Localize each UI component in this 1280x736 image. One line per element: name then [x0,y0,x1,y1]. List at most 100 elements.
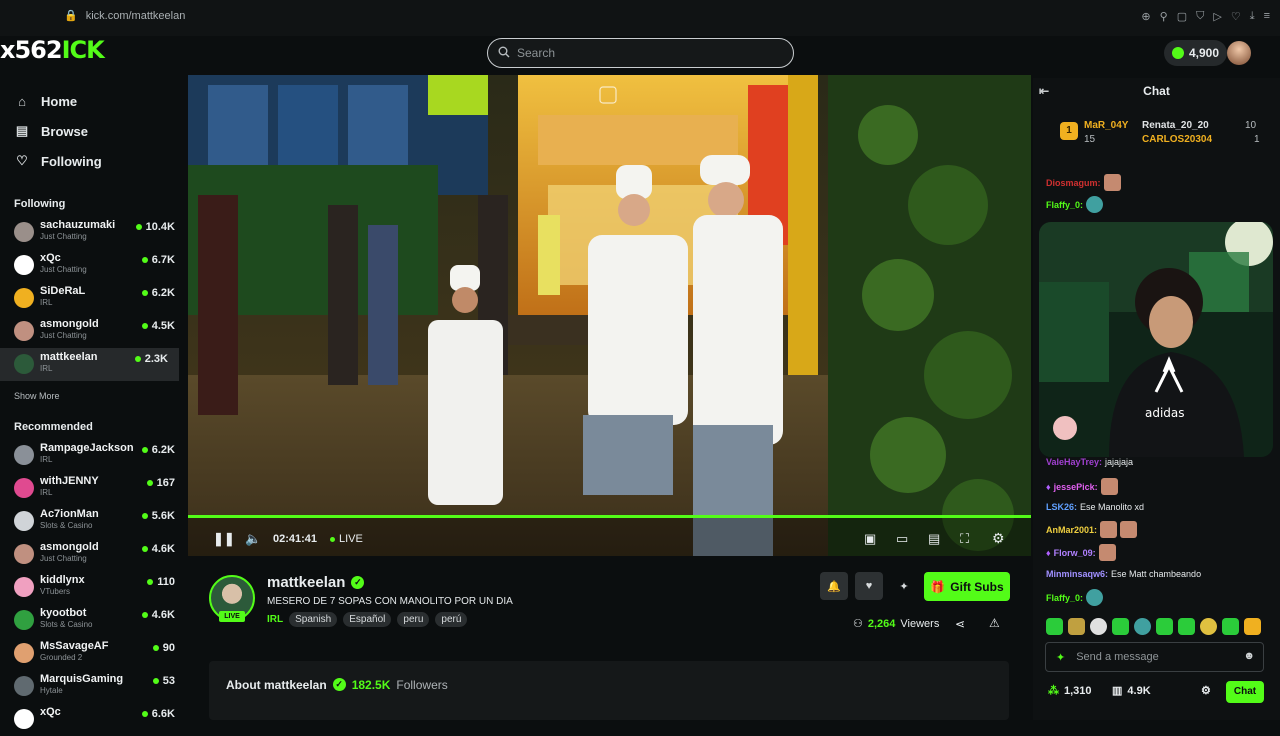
box-icon[interactable]: ▢ [1177,10,1187,23]
chat-message-input[interactable]: ✦ Send a message ☻ [1045,642,1264,672]
channel-avatar [14,709,34,729]
clip-icon[interactable]: ▤ [928,531,940,547]
sidebar-channel-xqc[interactable]: xQc Just Chatting 6.7K [0,249,186,282]
live-dot-icon [135,224,142,230]
chat-title: Chat [1143,84,1170,98]
emoji-picker-icon[interactable]: ☻ [1243,650,1255,662]
emote-button[interactable] [1046,618,1063,635]
sidebar-channel-kiddlynx[interactable]: kiddlynx VTubers 110 [0,571,186,604]
shield-icon[interactable]: ⛉ [1196,10,1204,23]
download-icon[interactable]: ⤓ [1250,10,1255,23]
fullscreen-icon[interactable]: ⛶ [960,531,969,547]
pin-icon[interactable]: ⚲ [1160,10,1168,23]
chat-username[interactable]: AnMar2001: [1046,525,1097,535]
search-placeholder: Search [517,46,556,60]
video-player[interactable] [188,75,1031,556]
tag-pill[interactable]: Español [343,612,392,627]
collapse-chat-icon[interactable]: ⇤ [1039,78,1049,104]
theater-icon[interactable]: ▭ [896,531,908,547]
viewer-count: 167 [146,477,175,489]
sidebar-nav-browse[interactable]: ▤ Browse [0,116,186,146]
progress-bar[interactable] [188,515,1031,518]
follow-button[interactable]: ♥ [855,572,883,600]
address-bar[interactable]: 🔒 kick.com/mattkeelan [64,9,185,23]
live-dot-icon [141,711,148,717]
channel-avatar [14,445,34,465]
volume-icon[interactable]: 🔈 [245,531,261,547]
share-icon[interactable]: ⋖ [955,617,965,631]
sidebar-channel-asmongold[interactable]: asmongold Just Chatting 4.6K [0,538,186,571]
second-user[interactable]: Renata_20_20 [1142,120,1209,131]
sidebar-channel-kyootbot[interactable]: kyootbot Slots & Casino 4.6K [0,604,186,637]
chat-username[interactable]: Florw_09: [1054,548,1096,558]
viewer-count: 4.5K [141,320,175,332]
sidebar-channel-mssavageaf[interactable]: MsSavageAF Grounded 2 90 [0,637,186,670]
channel-points[interactable]: ⁂ 1,310 [1048,684,1092,698]
chat-username[interactable]: jessePick: [1054,482,1098,492]
zoom-icon[interactable]: ⊕ [1141,10,1150,23]
emote-button[interactable] [1112,618,1129,635]
channel-category: Just Chatting [40,232,87,241]
followers-count: 182.5K [351,678,391,692]
chat-username[interactable]: Flaffy_0: [1046,593,1083,603]
live-indicator[interactable]: LIVE [330,533,363,545]
settings-icon[interactable]: ⚙ [992,530,1005,547]
emote-button[interactable] [1222,618,1239,635]
category-link[interactable]: IRL [267,614,283,625]
sidebar-channel-marquisgaming[interactable]: MarquisGaming Hytale 53 [0,670,186,703]
emote-button[interactable] [1156,618,1173,635]
gift-subs-button[interactable]: 🎁 Gift Subs [924,572,1010,601]
third-user[interactable]: CARLOS20304 [1142,134,1212,145]
send-chat-button[interactable]: Chat [1226,681,1264,703]
sidebar-channel-mattkeelan[interactable]: mattkeelan IRL 2.3K [0,348,179,381]
tag-pill[interactable]: perú [435,612,468,627]
tag-pill[interactable]: peru [397,612,430,627]
chat-username[interactable]: Minminsaqw6: [1046,569,1108,579]
user-avatar[interactable] [1227,41,1251,65]
kicks-balance-button[interactable]: 4,900 [1164,40,1228,66]
emote-icon [1086,589,1104,606]
pause-icon[interactable]: ❚❚ [213,531,235,547]
leader-user[interactable]: MaR_04Y [1084,120,1128,131]
emote-button[interactable] [1244,618,1261,635]
tag-pill[interactable]: Spanish [289,612,338,627]
sidebar-channel-sideral[interactable]: SiDeRaL IRL 6.2K [0,282,186,315]
rank-one-icon: 1 [1060,122,1078,140]
chat-username[interactable]: Flaffy_0: [1046,200,1083,210]
show-more-link[interactable]: Show More [0,391,186,401]
chat-settings-icon[interactable]: ⚙ [1201,684,1211,697]
sidebar-nav-home[interactable]: ⌂ Home [0,86,186,116]
play-icon[interactable]: ▷ [1213,10,1221,23]
heart-icon[interactable]: ♡ [1231,10,1241,23]
quick-emote-bar [1046,618,1261,635]
emote-button[interactable] [1178,618,1195,635]
chat-text: jajajaja [1105,457,1134,467]
site-logo[interactable]: x562ICK [0,36,105,64]
channel-name[interactable]: mattkeelan ✓ [267,574,365,591]
emote-button[interactable] [1200,618,1217,635]
home-icon: ⌂ [18,93,26,109]
emote-button[interactable] [1068,618,1085,635]
emote-button[interactable] [1090,618,1107,635]
chat-username[interactable]: Diosmagum: [1046,178,1101,188]
sidebar-channel-sachauzumaki[interactable]: sachauzumaki Just Chatting 10.4K [0,216,186,249]
sidebar-nav-following[interactable]: ♡ Following [0,146,186,176]
sidebar-channel-withjenny[interactable]: withJENNY IRL 167 [0,472,186,505]
pip-icon[interactable]: ▣ [864,531,876,547]
chat-message: Minminsaqw6: Ese Matt chambeando [1046,569,1201,579]
sparkle-button[interactable]: ✦ [890,572,918,600]
sidebar-channel-ac7ionman[interactable]: Ac7ionMan Slots & Casino 5.6K [0,505,186,538]
chat-username[interactable]: LSK26: [1046,502,1077,512]
live-dot-icon [147,579,154,585]
emote-button[interactable] [1134,618,1151,635]
notifications-button[interactable]: 🔔 [820,572,848,600]
report-icon[interactable]: ⚠ [989,616,1000,630]
chat-header: ⇤ Chat [1033,78,1280,104]
menu-icon[interactable]: ≡ [1264,10,1270,23]
search-input[interactable]: Search [487,38,794,68]
sidebar-channel-rampagejackson[interactable]: RampageJackson IRL 6.2K [0,439,186,472]
stream-title: MESERO DE 7 SOPAS CON MANOLITO POR UN DI… [267,596,513,607]
channel-category: IRL [40,364,53,373]
sidebar-channel-asmongold[interactable]: asmongold Just Chatting 4.5K [0,315,186,348]
chat-username[interactable]: ValeHayTrey: [1046,457,1102,467]
